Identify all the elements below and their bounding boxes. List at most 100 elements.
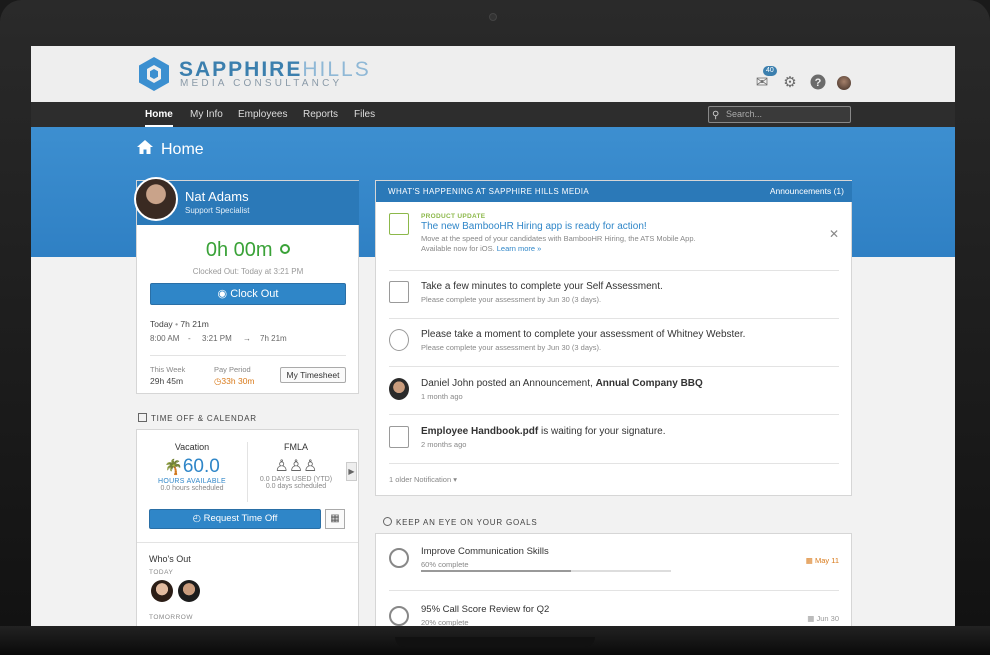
calendar-icon <box>138 413 147 422</box>
settings-gear-icon[interactable]: ⚙ <box>781 74 799 92</box>
request-time-off-button[interactable]: ◴ Request Time Off <box>149 509 321 529</box>
close-icon[interactable]: ✕ <box>829 227 839 241</box>
this-week-label: This Week <box>150 365 186 374</box>
nav-employees[interactable]: Employees <box>238 102 287 127</box>
header-icons: ✉ 40 ⚙ ? <box>753 66 851 94</box>
goal-item[interactable]: Improve Communication Skills 60% complet… <box>389 546 839 582</box>
fmla-scheduled: 0.0 days scheduled <box>265 483 327 490</box>
next-arrow-icon[interactable]: ▶ <box>346 462 357 481</box>
time-off-card: Vacation 🌴60.0 HOURS AVAILABLE 0.0 hours… <box>136 429 359 626</box>
webcam <box>489 13 497 21</box>
goal-progress-bar <box>421 570 671 572</box>
self-assessment-icon <box>389 281 409 303</box>
list-item[interactable]: Please take a moment to complete your as… <box>389 329 839 359</box>
calculator-icon[interactable]: ▦ <box>325 509 345 529</box>
avatar[interactable] <box>151 580 173 602</box>
news-item-sub: Please complete your assessment by Jun 3… <box>421 343 602 352</box>
search-icon: ⚲ <box>712 110 720 121</box>
clock-icon: ◉ <box>217 288 228 300</box>
document-icon <box>389 426 409 448</box>
search-input[interactable]: ⚲ Search... <box>708 106 851 123</box>
my-timesheet-button[interactable]: My Timesheet <box>280 367 346 383</box>
fmla-used: 0.0 DAYS USED (YTD) <box>259 476 333 483</box>
news-item-title: Daniel John posted an Announcement, Annu… <box>421 378 703 389</box>
divider <box>137 542 358 543</box>
logo-tagline: MEDIA CONSULTANCY <box>180 78 343 89</box>
megaphone-icon <box>389 213 409 235</box>
fmla-column[interactable]: FMLA ♙♙♙ 0.0 DAYS USED (YTD) 0.0 days sc… <box>241 442 351 490</box>
goal-title: 95% Call Score Review for Q2 <box>421 604 550 615</box>
pay-period-label: Pay Period <box>214 365 251 374</box>
list-item[interactable]: Daniel John posted an Announcement, Annu… <box>389 378 839 408</box>
older-notifications-link[interactable]: 1 older Notification ▾ <box>389 475 457 484</box>
vacation-column[interactable]: Vacation 🌴60.0 HOURS AVAILABLE 0.0 hours… <box>137 442 247 492</box>
list-item[interactable]: Take a few minutes to complete your Self… <box>389 281 839 311</box>
calendar-small-icon: ▦ <box>805 556 813 565</box>
goals-card: Improve Communication Skills 60% complet… <box>375 533 852 626</box>
fmla-name: FMLA <box>283 442 308 452</box>
news-item-sub: 2 months ago <box>421 440 467 449</box>
target-icon <box>383 517 392 526</box>
profile-name[interactable]: Nat Adams <box>185 189 249 204</box>
main-nav: Home My Info Employees Reports Files ⚲ S… <box>31 102 955 127</box>
whos-out-today-label: TODAY <box>149 569 174 576</box>
goal-item[interactable]: 95% Call Score Review for Q2 20% complet… <box>389 604 839 626</box>
goal-due-date: ▦ May 11 <box>805 556 839 565</box>
vacation-name: Vacation <box>174 442 210 452</box>
compass-icon <box>389 329 409 351</box>
screen: SAPPHIREHILLS MEDIA CONSULTANCY ✉ 40 ⚙ ? … <box>31 46 955 626</box>
clock-status: Clocked Out: Today at 3:21 PM <box>192 267 304 276</box>
help-icon[interactable]: ? <box>809 74 827 92</box>
user-avatar[interactable] <box>837 76 851 90</box>
clock-plus-icon: ◴ <box>192 513 201 524</box>
news-item-title: Employee Handbook.pdf is waiting for you… <box>421 426 666 437</box>
divider <box>389 318 839 319</box>
vacation-unit: HOURS AVAILABLE <box>157 478 227 485</box>
goal-target-icon <box>389 548 409 568</box>
goal-due-date: ▦ Jun 30 <box>807 614 839 623</box>
goal-progress-fill <box>421 570 571 572</box>
home-icon <box>137 140 153 154</box>
svg-text:?: ? <box>815 77 822 89</box>
profile-photo[interactable] <box>134 177 178 221</box>
nav-files[interactable]: Files <box>354 102 375 127</box>
calendar-small-icon: ▦ <box>807 614 815 623</box>
divider <box>389 590 839 591</box>
product-update-tag: PRODUCT UPDATE <box>421 213 486 220</box>
product-update-title[interactable]: The new BambooHR Hiring app is ready for… <box>421 221 696 232</box>
vacation-value: 🌴60.0 <box>164 456 220 477</box>
product-update-item: PRODUCT UPDATE The new BambooHR Hiring a… <box>389 213 839 263</box>
learn-more-link[interactable]: Learn more » <box>497 244 542 253</box>
divider <box>389 414 839 415</box>
clock-time: 0h 00m <box>137 239 359 262</box>
page-title: Home <box>161 141 204 158</box>
pay-period-value: ◷33h 30m <box>214 376 255 386</box>
divider <box>389 270 839 271</box>
whos-out-title: Who's Out <box>149 554 191 564</box>
news-item-sub: 1 month ago <box>421 392 463 401</box>
nav-reports[interactable]: Reports <box>303 102 338 127</box>
inbox-icon[interactable]: ✉ 40 <box>753 66 777 92</box>
this-week-value: 29h 45m <box>150 376 184 386</box>
news-item-title: Please take a moment to complete your as… <box>421 329 746 340</box>
list-item[interactable]: Employee Handbook.pdf is waiting for you… <box>389 426 839 456</box>
announcements-link[interactable]: Announcements (1) <box>770 181 844 202</box>
clock-out-button[interactable]: ◉ Clock Out <box>150 283 346 305</box>
goal-percent: 60% complete <box>421 560 469 569</box>
time-total: 7h 21m <box>260 334 287 343</box>
nav-home[interactable]: Home <box>145 102 173 127</box>
time-out: 3:21 PM <box>202 334 232 343</box>
today-summary: Today • 7h 21m <box>150 319 209 329</box>
nav-my-info[interactable]: My Info <box>190 102 223 127</box>
time-in: 8:00 AM <box>150 334 180 343</box>
time-arrow: → <box>243 334 251 343</box>
family-icon: ♙♙♙ <box>274 458 318 475</box>
news-item-sub: Please complete your assessment by Jun 3… <box>421 295 602 304</box>
logo-hexagon-icon <box>139 57 169 91</box>
laptop-notch <box>395 637 595 647</box>
announcement-link[interactable]: Annual Company BBQ <box>596 378 703 389</box>
avatar <box>389 378 409 400</box>
clock-timer-icon <box>280 244 291 254</box>
search-placeholder: Search... <box>726 109 763 119</box>
avatar[interactable] <box>178 580 200 602</box>
